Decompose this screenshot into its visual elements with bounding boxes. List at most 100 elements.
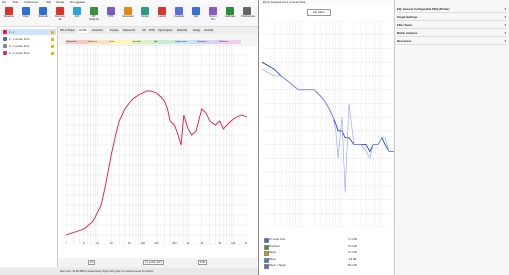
toolbar-overlays-button[interactable]: Overlays [173,7,185,25]
tab-distortion[interactable]: Distortion [91,28,104,33]
toolbar-label: Overlays [173,15,185,18]
chevron-down-icon: ▾ [504,7,506,11]
menu-item-help[interactable]: Help [46,1,51,4]
eq-legend-item[interactable]: Filters + Target 69.2 dB [264,263,389,269]
status-bar: Max input -10.88 dBFS (unsaturated); Rig… [0,268,258,275]
toolbar-rt-analyzer-button[interactable]: RT Analyzer [88,7,100,25]
frequency-band-legend: Subwoofer Sub bass Bass Low mids Mid Upper mi… [66,40,241,44]
open-icon [22,7,30,15]
measurement-color-swatch [3,44,7,48]
toolbar-label: Open [22,15,30,18]
bottom-select[interactable]: 1/48 [198,260,207,265]
toolbar-open-button[interactable]: Open [20,7,32,25]
menu-item-preferences[interactable]: Preferences [24,1,37,4]
toolbar-measure-button[interactable]: Measure [3,7,15,25]
menu-item-donate[interactable]: Donate [56,1,64,4]
tab-controls[interactable]: Controls [202,28,215,33]
panel-header-label: Target Settings [397,15,418,19]
legend-value: -0.9 dB [348,257,357,261]
measurement-item[interactable]: 1 - L [1,29,56,35]
toolbar-label: Remove all [55,15,65,21]
toolbar-save-all-button[interactable]: Save all [37,7,49,25]
eq-legend-item[interactable]: Filters -0.9 dB [264,257,389,263]
tab-spectrogram[interactable]: Spectrogram [157,28,174,33]
panel-header-label: Filter Tasks [397,23,413,27]
menu-item-file[interactable]: File [2,1,6,4]
eq-toolbar: EQ Filters [259,6,391,18]
info-icon [73,7,81,15]
eq-legend-item[interactable]: Target 70.1 dB [264,250,389,256]
band-label: Upper mids [175,40,198,44]
measurement-color-swatch [3,30,7,34]
tab-all-spl[interactable]: All SPL [77,28,89,33]
calibrate-icon [226,7,234,15]
lock-icon[interactable] [51,30,54,34]
toolbar-rta-button[interactable]: RTA [105,7,117,25]
legend-value: 69.2 dB [348,264,357,267]
x-tick-label: 2 [66,241,67,245]
chevron-down-icon: ▾ [504,39,506,43]
panel-header-label: Match Analysis [397,31,418,35]
tab-filtered-ir[interactable]: Filtered IR [122,28,136,33]
measurement-item[interactable]: 4 - L center front [1,50,56,56]
toolbar-calibrate-button[interactable]: Calibrate [224,7,236,25]
measurement-item[interactable]: 3 - L center front [1,43,56,49]
eq-chart[interactable] [262,21,394,227]
band-label: Low mids [131,40,154,44]
tab-decay[interactable]: Decay [192,28,202,33]
toolbar-room-sim-button[interactable]: Room Sim [207,7,219,25]
tab-rt60[interactable]: RT60 [147,28,156,33]
toolbar-generator-button[interactable]: Generator [122,7,134,25]
toolbar: Measure Open Save all Remove all Info RT Anal… [0,5,258,27]
panel-header[interactable]: Filter Tasks ▾ [397,22,507,29]
x-tick-label: 5k [218,241,221,245]
eq-filters-button[interactable]: EQ Filters [307,9,331,16]
panel-header[interactable]: Resources ▾ [397,38,507,45]
x-tick-label: 20 [110,241,113,245]
eq-window: EQ for measurement 2 (L center front) EQ… [259,0,509,275]
eq-legend: L2 center front 71.1 dB Predicted 70.4 dB Ta… [262,237,394,273]
band-label: Mid [153,40,176,44]
eq-legend-item[interactable]: L2 center front 71.1 dB [264,237,389,243]
measurement-label: 3 - L center front [9,44,30,48]
legend-name: Predicted [269,244,280,248]
lock-icon[interactable] [51,51,54,55]
x-tick-label: 200 [154,241,159,245]
preferences-icon [243,7,251,15]
toolbar-info-button[interactable]: Info [71,7,83,25]
eq-side-panel: EQ: Generic Configurable PEQ (48 kHz) ▾ Ta… [394,0,509,275]
toolbar-label: Preferences [241,15,255,18]
scope-icon [141,7,149,15]
toolbar-scope-button[interactable]: Scope [139,7,151,25]
room-sim-icon [209,7,217,15]
bottom-select[interactable]: 1/6 [88,260,96,265]
panel-header[interactable]: Target Settings ▾ [397,14,507,21]
toolbar-remove-all-button[interactable]: Remove all [54,7,66,25]
spl-chart[interactable]: 2 5 10 20 50 100 200 500 1k 2k 5k 10k 20k [66,45,247,245]
toolbar-label: Measure [3,15,15,18]
menu-item-tools[interactable]: Tools [12,1,18,4]
toolbar-label: RTA [108,15,114,18]
bottom-select[interactable]: 4 L center front [143,260,164,265]
toolbar-levels-button[interactable]: Levels [156,7,168,25]
menu-item-pro-upgrades[interactable]: Pro upgrades [70,1,85,4]
toolbar-preferences-button[interactable]: Preferences [241,7,255,25]
lock-icon[interactable] [51,44,54,48]
lock-icon[interactable] [51,37,54,41]
tab-gd[interactable]: GD [141,28,147,33]
tab-spl-phase[interactable]: SPL & Phase [59,28,76,33]
panel-header-label: Resources [397,39,412,43]
panel-header[interactable]: Match Analysis ▾ [397,30,507,37]
x-tick-label: 500 [172,241,177,245]
graph-tabs: SPL & Phase All SPL Distortion Impulse Filte… [58,27,258,34]
generator-icon [124,7,132,15]
tab-impulse[interactable]: Impulse [108,28,120,33]
legend-name: Target [269,251,276,254]
x-tick-label: 10k [231,241,236,245]
measurement-item[interactable]: 2 - L center front [1,36,56,42]
toolbar-eq-button[interactable]: EQ [190,7,202,25]
panel-header[interactable]: EQ: Generic Configurable PEQ (48 kHz) ▾ [397,6,507,13]
toolbar-label: Generator [122,15,134,18]
eq-legend-item[interactable]: Predicted 70.4 dB [264,244,389,250]
tab-waterfall[interactable]: Waterfall [176,28,188,33]
